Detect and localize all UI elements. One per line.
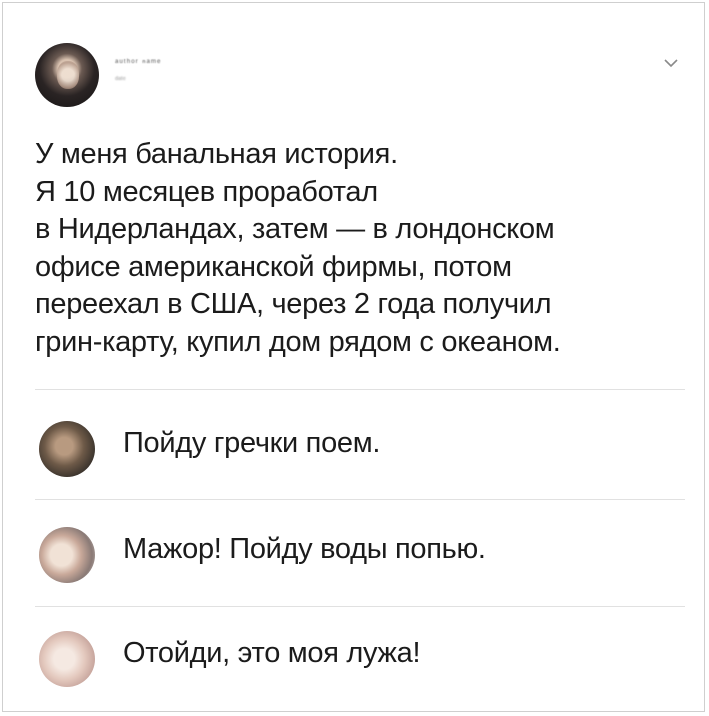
chevron-down-icon[interactable] [663, 57, 679, 69]
commenter-avatar[interactable] [39, 421, 95, 477]
comment-item: Отойди, это моя лужа! [35, 631, 685, 711]
post-body: У меня банальная история. Я 10 месяцев п… [35, 136, 685, 361]
comment-text: Мажор! Пойду воды попью. [123, 533, 486, 565]
commenter-avatar[interactable] [39, 527, 95, 583]
post-line: офисе американской фирмы, потом [35, 250, 512, 283]
comment-text: Пойду гречки поем. [123, 427, 381, 459]
author-avatar[interactable] [35, 43, 99, 107]
post-line: переехал в США, через 2 года получил [35, 288, 552, 320]
post-line: грин-карту, купил дом рядом с океаном. [35, 325, 561, 358]
post-timestamp: ᵈᵃᵗᵉ [115, 75, 126, 84]
divider [35, 389, 685, 390]
comment-item: Мажор! Пойду воды попью. [35, 527, 685, 607]
post-line: У меня банальная история. [35, 138, 398, 170]
post-header: ᵃᵘᵗʰᵒʳ ⁿᵃᵐᵉ ᵈᵃᵗᵉ [35, 43, 685, 113]
comment-text: Отойди, это моя лужа! [123, 637, 421, 669]
commenter-avatar[interactable] [39, 631, 95, 687]
post-card: ᵃᵘᵗʰᵒʳ ⁿᵃᵐᵉ ᵈᵃᵗᵉ У меня банальная истори… [2, 2, 705, 712]
comment-item: Пойду гречки поем. [35, 421, 685, 501]
post-line: Я 10 месяцев проработал [35, 175, 378, 208]
divider [35, 606, 685, 607]
divider [35, 499, 685, 500]
author-name[interactable]: ᵃᵘᵗʰᵒʳ ⁿᵃᵐᵉ [115, 57, 161, 67]
post-line: в Нидерландах, затем — в лондонском [35, 213, 555, 245]
